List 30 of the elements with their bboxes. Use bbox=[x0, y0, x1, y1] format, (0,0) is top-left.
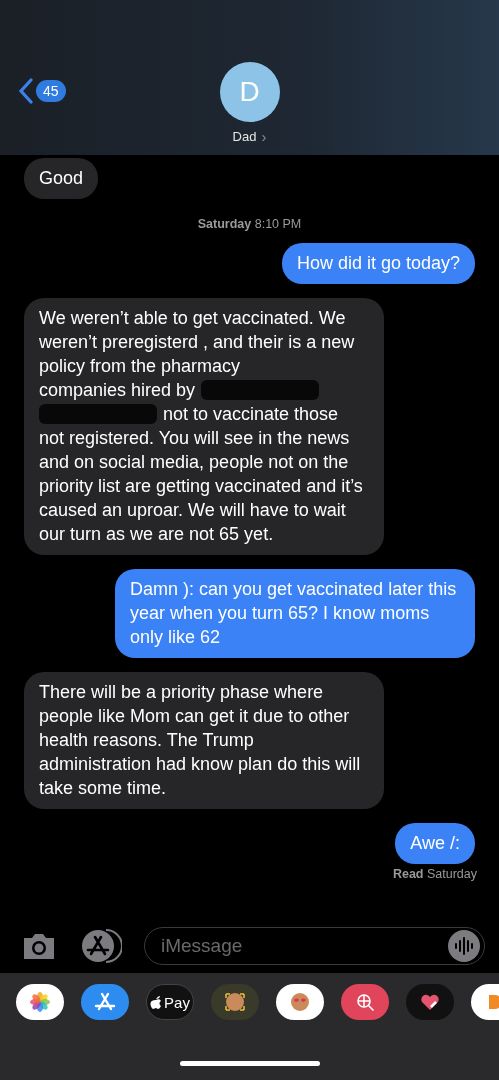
audio-waveform-icon[interactable] bbox=[448, 930, 480, 962]
avatar-face-icon bbox=[223, 990, 247, 1014]
read-receipt: Read Saturday bbox=[392, 867, 477, 881]
apple-icon bbox=[150, 995, 163, 1009]
unread-count-badge: 45 bbox=[36, 80, 66, 102]
message-text: Damn ): can you get vaccinated later this year when you turn 65? I know moms only like 62 bbox=[130, 579, 457, 647]
memoji-app-button[interactable] bbox=[211, 984, 259, 1020]
app-store-button[interactable] bbox=[80, 928, 122, 964]
back-chevron-icon bbox=[18, 78, 34, 104]
timestamp: Saturday 8:10 PM bbox=[197, 217, 302, 231]
contact-name-button[interactable]: Dad › bbox=[232, 128, 267, 145]
web-search-app-button[interactable] bbox=[341, 984, 389, 1020]
message-text: not registered. You will see in the news and on social media, people not on the priority list are getting vaccinated and it’s caused an uproar. We will have to wait our turn as we are not 65 yet. bbox=[39, 428, 363, 544]
message-text: companies hired by bbox=[39, 379, 196, 402]
message-text: not to vaccinate those bbox=[163, 403, 339, 426]
photos-app-button[interactable] bbox=[16, 984, 64, 1020]
sticker-app-button[interactable] bbox=[276, 984, 324, 1020]
apple-pay-button[interactable]: Pay bbox=[146, 984, 194, 1020]
message-text: There will be a priority phase where people like Mom can get it due to other health reasons. The Trump administration had know plan do this will take some time. bbox=[39, 682, 361, 798]
flower-icon bbox=[28, 990, 52, 1014]
app-store-app-button[interactable] bbox=[81, 984, 129, 1020]
message-text: Good bbox=[39, 168, 84, 188]
message-text: Awe /: bbox=[410, 833, 460, 853]
back-button[interactable]: 45 bbox=[18, 78, 66, 104]
message-input[interactable]: iMessage bbox=[159, 934, 448, 958]
chevron-icon: › bbox=[261, 128, 267, 145]
heart-app-button[interactable] bbox=[406, 984, 454, 1020]
avatar-face-icon bbox=[288, 990, 312, 1014]
app-store-icon bbox=[80, 928, 122, 964]
message-text: How did it go today? bbox=[296, 253, 460, 273]
